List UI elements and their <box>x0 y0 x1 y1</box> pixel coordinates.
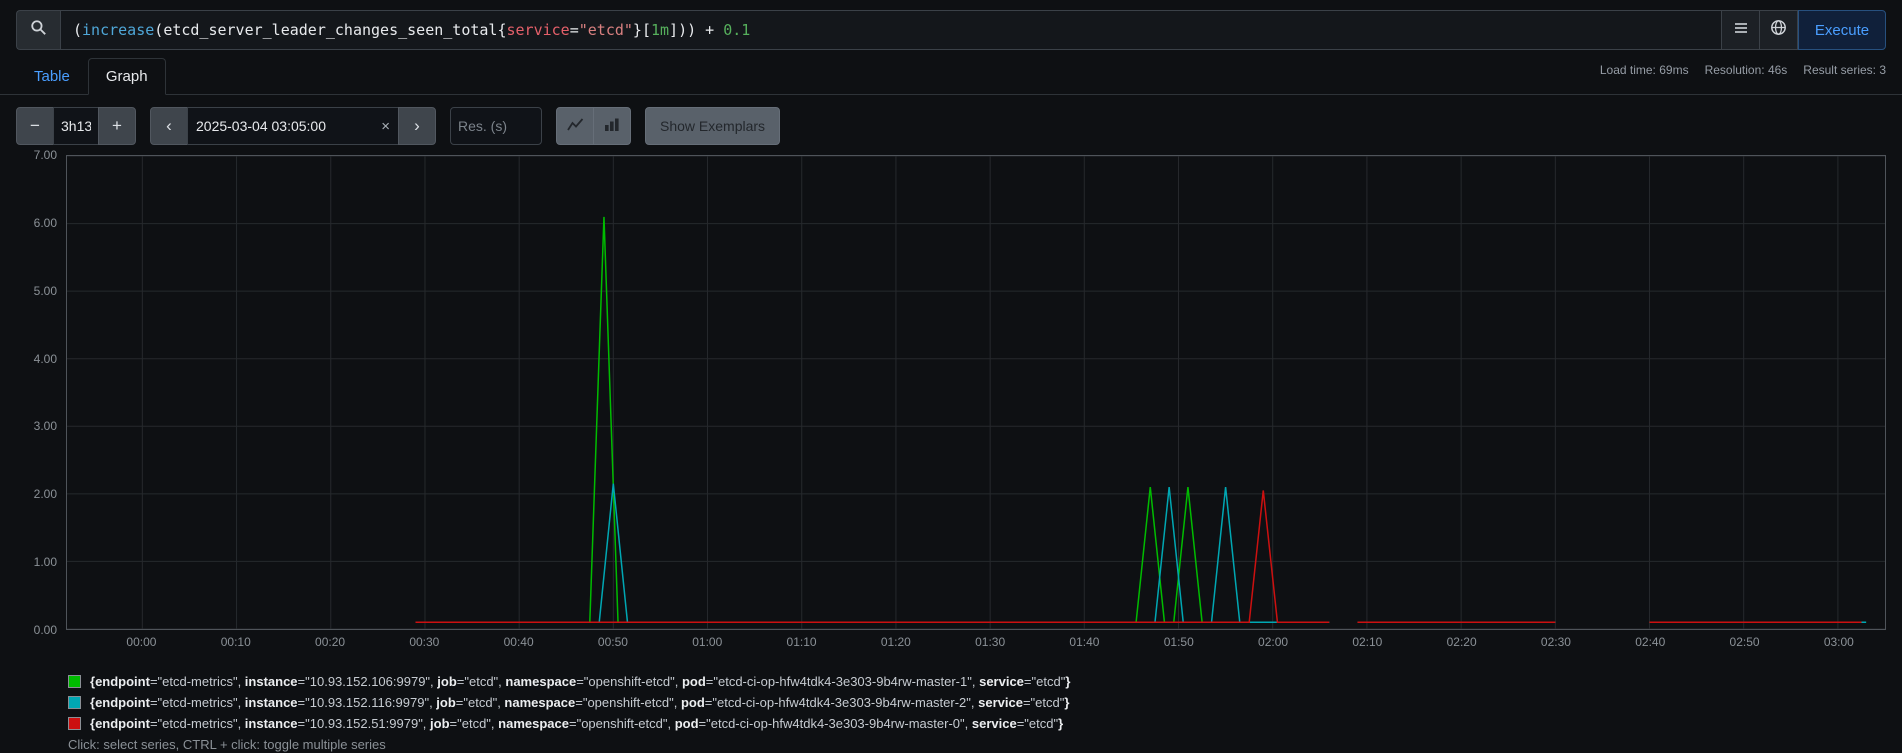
time-forward-button[interactable]: › <box>398 107 436 145</box>
legend-item[interactable]: {endpoint="etcd-metrics", instance="10.9… <box>68 674 1886 689</box>
query-stats: Load time: 69ms Resolution: 46s Result s… <box>1600 58 1886 77</box>
y-tick-label: 0.00 <box>33 623 57 637</box>
range-input[interactable] <box>53 107 99 145</box>
clear-time-icon[interactable]: × <box>373 118 390 135</box>
increase-range-button[interactable]: + <box>98 107 136 145</box>
time-back-button[interactable]: ‹ <box>150 107 188 145</box>
end-time-input[interactable]: 2025-03-04 03:05:00 × <box>187 107 399 145</box>
tab-graph[interactable]: Graph <box>87 58 166 95</box>
x-tick-label: 03:00 <box>1823 635 1854 649</box>
series-color-swatch <box>68 717 81 730</box>
series-legend: {endpoint="etcd-metrics", instance="10.9… <box>68 674 1886 731</box>
legend-hint: Click: select series, CTRL + click: togg… <box>68 737 386 752</box>
list-icon <box>1733 20 1749 41</box>
x-tick-label: 00:50 <box>597 635 628 649</box>
metrics-explorer-button[interactable] <box>1760 10 1798 50</box>
y-tick-label: 7.00 <box>33 148 57 162</box>
y-tick-label: 2.00 <box>33 487 57 502</box>
time-control: ‹ 2025-03-04 03:05:00 × › <box>150 107 436 145</box>
chart-type-control <box>556 107 631 145</box>
x-tick-label: 01:30 <box>975 635 1006 649</box>
x-tick-label: 00:40 <box>503 635 534 649</box>
stacked-chart-button[interactable] <box>593 107 631 145</box>
legend-item[interactable]: {endpoint="etcd-metrics", instance="10.9… <box>68 695 1886 710</box>
x-tick-label: 02:00 <box>1258 635 1289 649</box>
query-options-button[interactable] <box>1722 10 1760 50</box>
x-tick-label: 01:50 <box>1163 635 1194 649</box>
x-tick-label: 00:30 <box>409 635 440 649</box>
series-label-set: {endpoint="etcd-metrics", instance="10.9… <box>90 716 1064 731</box>
x-tick-label: 02:40 <box>1635 635 1666 649</box>
panel-tabs: Table Graph Load time: 69ms Resolution: … <box>0 58 1902 95</box>
tab-table[interactable]: Table <box>16 58 88 95</box>
plot-area[interactable] <box>66 155 1886 630</box>
query-expression-input[interactable]: (increase(etcd_server_leader_changes_see… <box>60 10 1722 50</box>
series-color-swatch <box>68 675 81 688</box>
line-chart-button[interactable] <box>556 107 594 145</box>
load-time-text: Load time: 69ms <box>1599 63 1689 77</box>
x-tick-label: 02:20 <box>1446 635 1477 649</box>
series-label-set: {endpoint="etcd-metrics", instance="10.9… <box>90 695 1070 710</box>
y-tick-label: 6.00 <box>33 215 57 230</box>
search-icon <box>30 19 47 41</box>
show-exemplars-button[interactable]: Show Exemplars <box>645 107 781 145</box>
x-tick-label: 02:30 <box>1540 635 1571 649</box>
graph-controls: − + ‹ 2025-03-04 03:05:00 × › <box>16 107 1886 145</box>
prometheus-graph-page: (increase(etcd_server_leader_changes_see… <box>0 10 1902 753</box>
stacked-chart-icon <box>604 117 620 135</box>
search-icon-button[interactable] <box>16 10 60 50</box>
graph-panel: − + ‹ 2025-03-04 03:05:00 × › <box>0 95 1902 752</box>
legend-item[interactable]: {endpoint="etcd-metrics", instance="10.9… <box>68 716 1886 731</box>
y-tick-label: 4.00 <box>33 351 57 366</box>
range-control: − + <box>16 107 136 145</box>
x-tick-label: 00:20 <box>315 635 346 649</box>
end-time-value: 2025-03-04 03:05:00 <box>196 118 326 134</box>
x-tick-label: 02:10 <box>1352 635 1383 649</box>
x-tick-label: 01:10 <box>786 635 817 649</box>
x-axis-labels: 00:00 00:10 00:20 00:30 00:40 00:50 01:00 01:10… <box>66 630 1886 652</box>
line-chart-icon <box>566 117 584 135</box>
y-tick-label: 1.00 <box>33 555 57 570</box>
result-series-text: Result series: 3 <box>1803 63 1886 77</box>
query-bar: (increase(etcd_server_leader_changes_see… <box>16 10 1886 50</box>
execute-button[interactable]: Execute <box>1798 10 1886 50</box>
chart: 0.00 1.00 2.00 3.00 4.00 5.00 6.00 7.00 00:00 00… <box>16 148 1886 652</box>
resolution-text: Resolution: 46s <box>1704 63 1788 77</box>
x-tick-label: 01:00 <box>692 635 723 649</box>
series-color-swatch <box>68 696 81 709</box>
x-tick-label: 00:10 <box>220 635 251 649</box>
decrease-range-button[interactable]: − <box>16 107 54 145</box>
y-tick-label: 3.00 <box>33 419 57 434</box>
resolution-input[interactable] <box>450 107 542 145</box>
y-tick-label: 5.00 <box>33 283 57 298</box>
x-tick-label: 02:50 <box>1729 635 1760 649</box>
x-tick-label: 01:20 <box>880 635 911 649</box>
globe-icon <box>1770 19 1787 41</box>
x-tick-label: 01:40 <box>1069 635 1100 649</box>
x-tick-label: 00:00 <box>126 635 157 649</box>
y-axis-labels: 0.00 1.00 2.00 3.00 4.00 5.00 6.00 7.00 <box>16 148 66 637</box>
series-label-set: {endpoint="etcd-metrics", instance="10.9… <box>90 674 1071 689</box>
